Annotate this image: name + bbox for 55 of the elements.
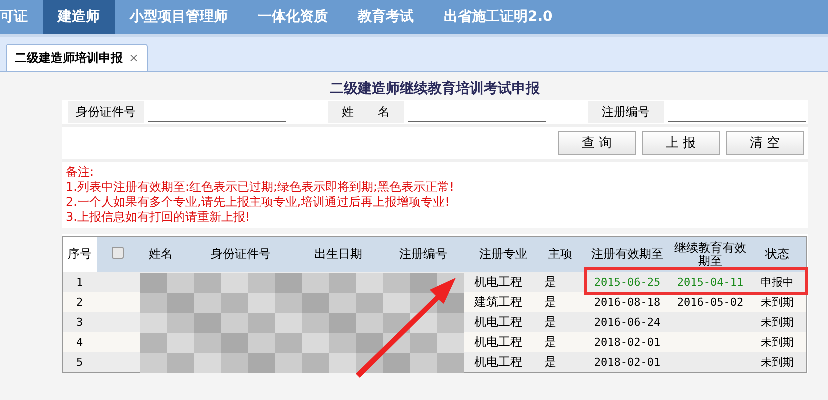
table-cell: 申报中 bbox=[748, 272, 806, 292]
table-cell: 2018-02-01 bbox=[582, 332, 672, 352]
nav-item[interactable]: 出省施工证明2.0 bbox=[429, 0, 568, 34]
table-cell: 2018-02-01 bbox=[582, 352, 672, 372]
table-cell: 未到期 bbox=[748, 312, 806, 332]
column-header: 注册专业 bbox=[480, 247, 528, 261]
column-header: 状态 bbox=[765, 247, 790, 261]
table-cell: 是 bbox=[538, 312, 582, 332]
form-title: 二级建造师继续教育培训考试申报 bbox=[329, 80, 541, 99]
nav-item[interactable]: 教育考试 bbox=[343, 0, 429, 34]
note-text: 3.上报信息如有打回的请重新上报! bbox=[66, 210, 252, 225]
action-button[interactable]: 查 询 bbox=[558, 131, 636, 155]
nav-item[interactable]: 建造师 bbox=[43, 0, 115, 34]
tab[interactable]: 二级建造师培训申报 × bbox=[6, 44, 148, 71]
action-button[interactable]: 上 报 bbox=[642, 131, 720, 155]
select-all-checkbox[interactable] bbox=[112, 247, 124, 259]
table-cell: 2016-06-24 bbox=[582, 312, 672, 332]
nav-item[interactable]: 可证 bbox=[0, 0, 43, 34]
note-text: 备注: bbox=[66, 165, 96, 180]
note-text: 1.列表中注册有效期至:红色表示已过期;绿色表示即将到期;黑色表示正常! bbox=[66, 180, 456, 195]
table-cell: 机电工程 bbox=[468, 352, 538, 372]
tab-label: 二级建造师培训申报 bbox=[15, 50, 123, 66]
column-header: 姓名 bbox=[149, 247, 173, 261]
table-cell: 1 bbox=[62, 272, 96, 292]
table-cell: 是 bbox=[538, 332, 582, 352]
table-cell: 机电工程 bbox=[468, 332, 538, 352]
table-cell: 建筑工程 bbox=[468, 292, 538, 312]
action-button[interactable]: 清 空 bbox=[726, 131, 804, 155]
table-cell: 2015-06-25 bbox=[582, 272, 672, 292]
table-cell: 机电工程 bbox=[468, 272, 538, 292]
table-cell: 未到期 bbox=[748, 332, 806, 352]
table-cell: 是 bbox=[538, 272, 582, 292]
table-cell: 是 bbox=[538, 352, 582, 372]
table-cell: 4 bbox=[62, 332, 96, 352]
column-header: 身份证件号 bbox=[211, 247, 271, 261]
column-header: 继续教育有效期至 bbox=[674, 240, 746, 268]
field-label: 注册编号 bbox=[588, 101, 664, 123]
nav-item[interactable]: 一体化资质 bbox=[243, 0, 343, 34]
column-header: 主项 bbox=[548, 247, 572, 261]
table-cell: 是 bbox=[538, 292, 582, 312]
field-label: 身份证件号 bbox=[68, 101, 144, 123]
table-cell: 2 bbox=[62, 292, 96, 312]
table-cell: 2015-04-11 bbox=[672, 272, 748, 292]
column-header: 注册有效期至 bbox=[592, 247, 664, 261]
column-header: 注册编号 bbox=[400, 247, 448, 261]
table-cell: 未到期 bbox=[748, 352, 806, 372]
field-label: 姓 名 bbox=[328, 101, 404, 123]
column-header: 出生日期 bbox=[314, 247, 362, 261]
column-header: 序号 bbox=[68, 247, 92, 261]
table-cell: 机电工程 bbox=[468, 312, 538, 332]
note-text: 2.一个人如果有多个专业,请先上报主项专业,培训通过后再上报增项专业! bbox=[66, 195, 451, 210]
table-cell: 5 bbox=[62, 352, 96, 372]
close-icon[interactable]: × bbox=[129, 51, 140, 65]
nav-item[interactable]: 小型项目管理师 bbox=[115, 0, 243, 34]
table-cell: 3 bbox=[62, 312, 96, 332]
